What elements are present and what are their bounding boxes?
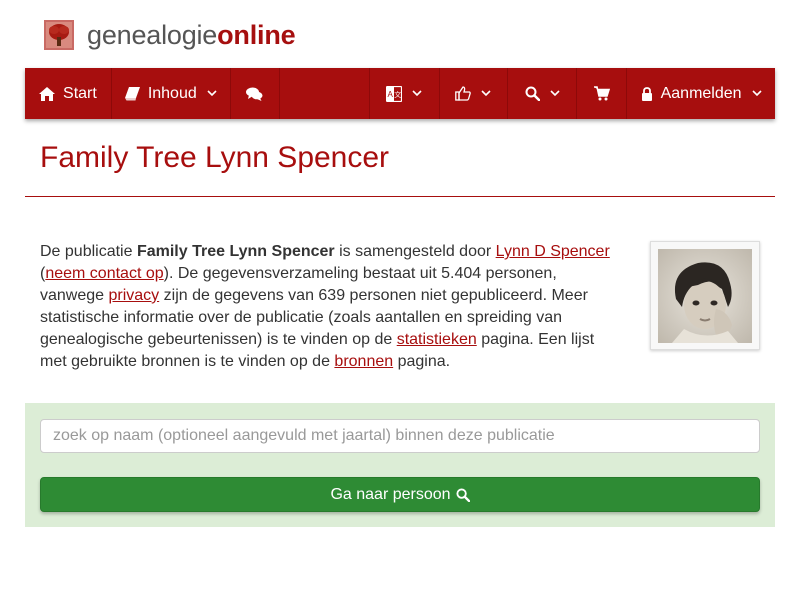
nav-login-label: Aanmelden — [660, 84, 742, 102]
search-icon — [455, 487, 470, 502]
sources-link[interactable]: bronnen — [334, 353, 393, 370]
nav-start[interactable]: Start — [25, 68, 112, 119]
publication-photo — [658, 248, 752, 343]
nav-shop[interactable] — [577, 68, 628, 119]
translate-icon: A文 — [386, 85, 403, 102]
site-name-part2: online — [217, 20, 296, 50]
publication-intro: De publicatie Family Tree Lynn Spencer i… — [40, 241, 620, 373]
book-icon — [124, 86, 140, 101]
nav-login[interactable]: Aanmelden — [627, 68, 775, 119]
site-name-part1: genealogie — [87, 20, 218, 50]
svg-text:A: A — [388, 90, 394, 99]
nav-inhoud-label: Inhoud — [147, 84, 197, 102]
site-logo[interactable]: genealogieonline — [44, 18, 296, 52]
privacy-link[interactable]: privacy — [109, 287, 160, 304]
comments-icon — [246, 87, 263, 101]
nav-search[interactable] — [508, 68, 578, 119]
nav-social[interactable] — [440, 68, 509, 119]
nav-inhoud[interactable]: Inhoud — [112, 68, 231, 119]
intro-text: De publicatie — [40, 243, 137, 260]
main-navbar: Start Inhoud A文 Aanmelden — [25, 68, 775, 119]
thumbs-up-icon — [455, 86, 472, 101]
title-divider — [25, 196, 775, 197]
svg-text:文: 文 — [394, 90, 401, 99]
intro-text: pagina. — [393, 353, 451, 370]
intro-text: is samengesteld door — [334, 243, 496, 260]
chevron-down-icon — [550, 90, 560, 97]
nav-spacer — [280, 68, 370, 119]
tree-icon — [44, 20, 74, 50]
cart-icon — [593, 86, 610, 101]
lock-icon — [641, 86, 653, 101]
contact-link[interactable]: neem contact op — [45, 265, 163, 282]
chevron-down-icon — [481, 90, 492, 97]
nav-start-label: Start — [63, 84, 97, 102]
go-to-person-button[interactable]: Ga naar persoon — [40, 477, 760, 512]
page-title: Family Tree Lynn Spencer — [40, 141, 390, 174]
chevron-down-icon — [207, 90, 217, 97]
nav-forum[interactable] — [231, 68, 280, 119]
home-icon — [39, 86, 56, 101]
search-panel: Ga naar persoon — [25, 403, 775, 527]
chevron-down-icon — [751, 90, 762, 97]
chevron-down-icon — [412, 90, 422, 97]
statistics-link[interactable]: statistieken — [397, 331, 477, 348]
author-link[interactable]: Lynn D Spencer — [496, 243, 610, 260]
site-name: genealogieonline — [87, 18, 296, 52]
publication-name: Family Tree Lynn Spencer — [136, 243, 335, 260]
go-to-person-label: Ga naar persoon — [330, 485, 451, 503]
publication-photo-frame — [650, 241, 760, 350]
search-input[interactable] — [40, 419, 760, 453]
nav-language[interactable]: A文 — [370, 68, 440, 119]
search-icon — [525, 86, 540, 101]
